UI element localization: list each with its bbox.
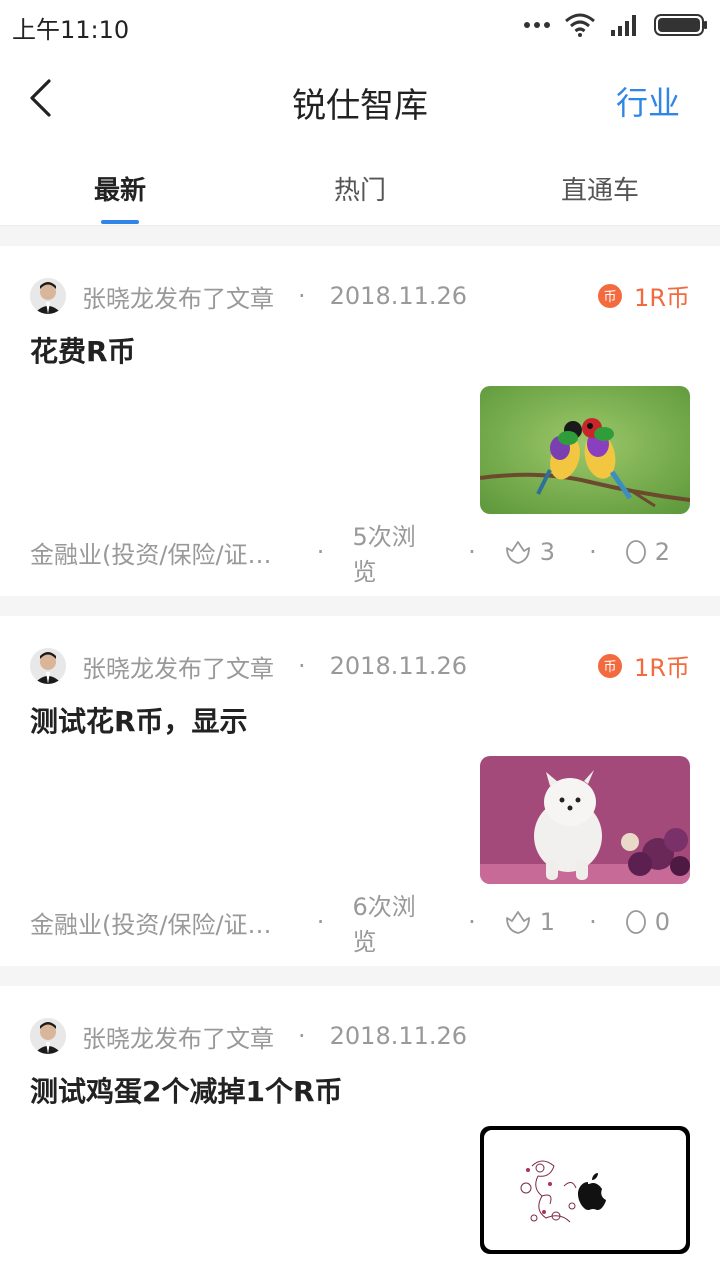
avatar[interactable]: [30, 1018, 66, 1054]
separator: ·: [298, 282, 306, 310]
author-name[interactable]: 张晓龙发布了文章: [82, 1019, 274, 1054]
article-thumbnail[interactable]: [480, 756, 690, 884]
article-title[interactable]: 测试鸡蛋2个减掉1个R币: [30, 1070, 343, 1110]
comment-count: 2: [654, 538, 670, 566]
separator: ·: [589, 908, 597, 936]
status-bar: 上午11:10: [0, 0, 720, 52]
article-title[interactable]: 测试花R币，显示: [30, 700, 248, 740]
wifi-icon: [565, 13, 595, 37]
comment-stat[interactable]: 2: [625, 538, 670, 566]
like-stat[interactable]: 3: [504, 538, 555, 566]
stats-row: 金融业(投资/保险/证券/银行) · 5次浏览 · 3 · 2: [30, 523, 670, 586]
article-card[interactable]: 张晓龙发布了文章 · 2018.11.26 测试鸡蛋2个减掉1个R币: [0, 986, 720, 1280]
nav-bar: 锐仕智库 行业: [0, 52, 720, 144]
tab-bar: 最新 热门 直通车: [0, 144, 720, 226]
signal-icon: [611, 15, 636, 36]
floral-apple-image: [480, 1126, 690, 1254]
like-stat[interactable]: 1: [504, 908, 555, 936]
industry-button[interactable]: 行业: [616, 78, 680, 124]
status-time: 上午11:10: [12, 16, 130, 44]
avatar[interactable]: [30, 278, 66, 314]
divider: [0, 966, 720, 986]
category-label: 金融业(投资/保险/证券/银行): [30, 910, 283, 939]
comment-stat[interactable]: 0: [625, 908, 670, 936]
author-row: 张晓龙发布了文章 · 2018.11.26: [30, 646, 467, 686]
comment-icon: [625, 540, 646, 564]
more-dots-icon: [524, 22, 550, 28]
view-count: 6次浏览: [352, 893, 416, 956]
article-card[interactable]: 张晓龙发布了文章 · 2018.11.26 币 1R币 测试花R币，显示 金融业…: [0, 616, 720, 966]
view-count: 5次浏览: [352, 523, 416, 586]
post-date: 2018.11.26: [329, 1022, 468, 1050]
tab-indicator: [101, 220, 139, 224]
separator: ·: [316, 538, 325, 566]
tab-latest[interactable]: 最新: [40, 170, 200, 207]
post-date: 2018.11.26: [329, 282, 468, 310]
separator: ·: [589, 538, 597, 566]
divider: [0, 596, 720, 616]
separator: ·: [298, 652, 306, 680]
battery-icon: [654, 14, 707, 36]
coin-icon: 币: [598, 653, 623, 678]
coin-amount: 1R币: [634, 654, 690, 682]
comment-count: 0: [654, 908, 670, 936]
flower-like-icon: [505, 911, 530, 934]
author-row: 张晓龙发布了文章 · 2018.11.26: [30, 1016, 467, 1056]
dog-photo: [480, 756, 690, 884]
separator: ·: [316, 908, 325, 936]
page-title: 锐仕智库: [292, 86, 428, 126]
separator: ·: [468, 538, 476, 566]
author-row: 张晓龙发布了文章 · 2018.11.26: [30, 276, 467, 316]
author-name[interactable]: 张晓龙发布了文章: [82, 649, 274, 684]
separator: ·: [298, 1022, 306, 1050]
tab-express[interactable]: 直通车: [520, 170, 680, 207]
avatar[interactable]: [30, 648, 66, 684]
like-count: 3: [539, 538, 556, 566]
stats-row: 金融业(投资/保险/证券/银行) · 6次浏览 · 1 · 0: [30, 893, 670, 956]
coin-amount: 1R币: [634, 284, 690, 312]
comment-icon: [625, 910, 646, 934]
flower-like-icon: [505, 541, 530, 564]
coin-cost: 币 1R币: [598, 278, 690, 313]
author-name[interactable]: 张晓龙发布了文章: [82, 279, 274, 314]
category-label: 金融业(投资/保险/证券/银行): [30, 540, 283, 569]
like-count: 1: [539, 908, 556, 936]
divider: [0, 226, 720, 246]
article-thumbnail[interactable]: [480, 1126, 690, 1254]
tab-popular[interactable]: 热门: [280, 170, 440, 207]
status-icons: [524, 12, 708, 38]
article-title[interactable]: 花费R币: [30, 330, 136, 370]
article-thumbnail[interactable]: [480, 386, 690, 514]
coin-icon: 币: [598, 283, 623, 308]
coin-cost: 币 1R币: [598, 648, 690, 683]
article-card[interactable]: 张晓龙发布了文章 · 2018.11.26 币 1R币 花费R币 金融业(投资/…: [0, 246, 720, 596]
separator: ·: [468, 908, 476, 936]
post-date: 2018.11.26: [329, 652, 468, 680]
article-feed: 张晓龙发布了文章 · 2018.11.26 币 1R币 花费R币 金融业(投资/…: [0, 226, 720, 1280]
birds-photo: [480, 386, 690, 514]
